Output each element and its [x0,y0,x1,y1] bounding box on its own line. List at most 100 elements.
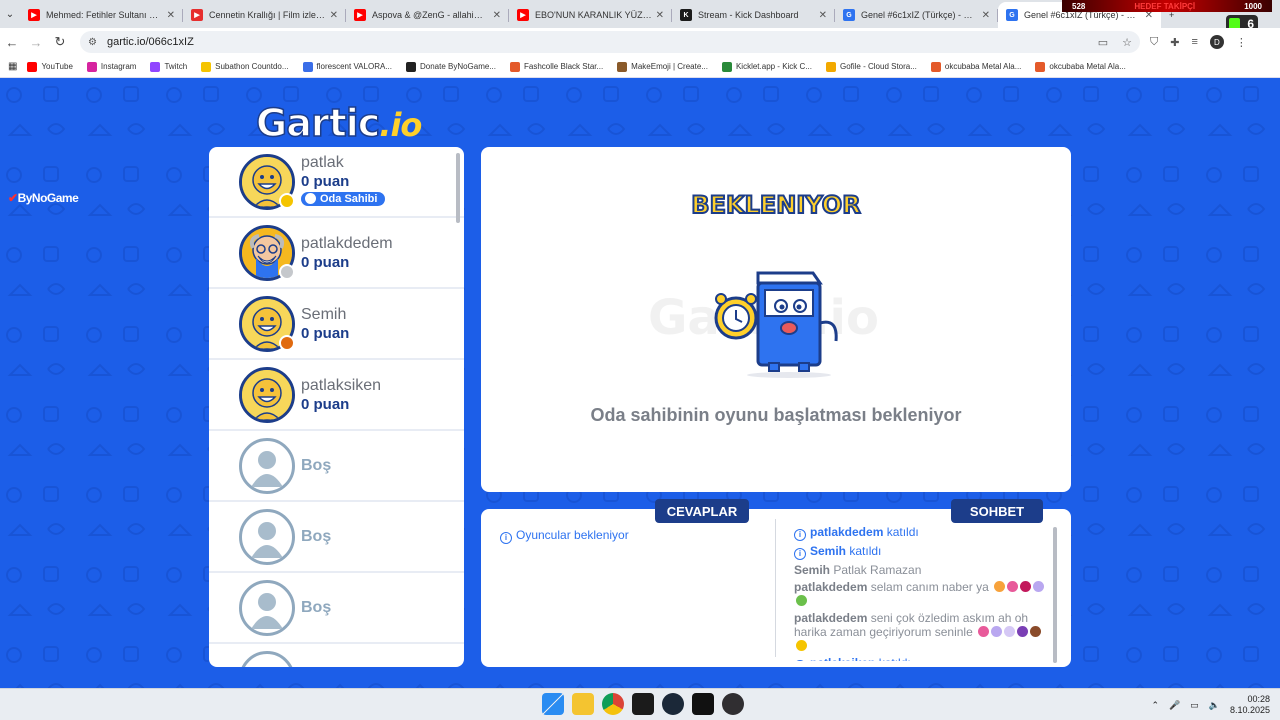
player-score: 0 puan [301,324,350,342]
player-name: Semih [301,305,347,323]
chat-username[interactable]: patlaksiken [810,656,875,661]
bookmark-item[interactable]: Donate ByNoGame... [405,61,497,72]
emoji-icon [796,595,807,606]
microphone-icon[interactable]: 🎤 [1169,700,1180,711]
cast-icon[interactable]: ▭ [1098,36,1108,49]
answers-chat-panel: CEVAPLAR SOHBET i Oyuncular bekleniyor ip… [481,499,1071,667]
player-avatar[interactable] [239,224,295,281]
system-clock[interactable]: 00:28 8.10.2025 [1230,694,1270,716]
bookmark-item[interactable]: Instagram [86,61,136,72]
game-stage-panel: BEKLENIYOR Gartic.io Oda sahibinin oyunu… [481,147,1071,492]
browser-tab[interactable]: ▶ EBO'NUN KARANLIK YÜZÜ | Tu ✕ [509,2,672,28]
steam-icon[interactable] [662,693,684,715]
url-omnibox[interactable]: ⚙ gartic.io/066c1xIZ ▭ ☆ [80,31,1140,53]
bookmark-label: YouTube [41,62,73,71]
shield-extension-icon[interactable]: ⛉ [1150,36,1158,49]
file-explorer-icon[interactable] [572,693,594,715]
bookmark-label: Kicklet.app - Kick C... [735,62,812,71]
reload-icon[interactable]: ↻ [48,34,72,50]
bookmark-item[interactable]: MakeEmoji | Create... [617,61,708,72]
bookmark-item[interactable]: YouTube [27,61,73,72]
media-queue-icon[interactable]: ≡ [1191,36,1197,48]
info-icon: i [794,548,806,560]
bookmark-item[interactable]: Gofile - Cloud Stora... [825,61,917,72]
tab-close-icon[interactable]: ✕ [656,10,664,21]
bookmark-label: Subathon Countdo... [215,62,289,71]
browser-menu-icon[interactable]: ⋮ [1236,36,1247,49]
player-row[interactable]: patlak 0 puan Oda Sahibi [209,147,464,218]
chat-text: selam canım naber ya [870,580,989,594]
player-name: patlakdedem [301,234,393,252]
player-avatar[interactable] [239,295,295,352]
goal-current: 528 [1072,1,1086,11]
bookmark-item[interactable]: Twitch [150,61,188,72]
player-row[interactable]: patlakdedem 0 puan [209,218,464,289]
chat-username[interactable]: Semih [810,544,846,558]
url-text[interactable]: gartic.io/066c1xIZ [107,36,194,48]
chat-scrollbar[interactable] [1053,527,1057,663]
emoji-icon [994,581,1006,592]
forward-arrow-icon[interactable]: → [24,35,48,50]
browser-tab[interactable]: G Genel #6c1xIZ (Türkçe) - Gartic ✕ [835,2,998,28]
browser-tab[interactable]: ▶ Mehmed: Fetihler Sultanı 42. Bö ✕ [20,2,183,28]
emoji-icon [1030,626,1042,637]
bookmark-favicon-icon [617,61,628,72]
chrome-icon[interactable] [602,693,624,715]
chat-username[interactable]: Semih [794,563,830,577]
tab-close-icon[interactable]: ✕ [819,10,827,21]
volume-icon[interactable]: 🔈 [1209,700,1220,711]
tab-title: Genel #6c1xIZ (Türkçe) - Gartic [861,10,978,20]
player-avatar[interactable] [239,153,295,210]
capcut-icon[interactable] [692,693,714,715]
gartic-logo[interactable]: Gartic.io [255,100,422,146]
bookmark-label: Donate ByNoGame... [419,62,497,71]
bookmark-star-icon[interactable]: ☆ [1122,36,1132,49]
site-settings-icon[interactable]: ⚙ [88,37,97,48]
player-avatar[interactable] [239,366,295,423]
tab-search-chevron-icon[interactable]: ⌄ [0,0,20,28]
info-icon: i [794,529,806,541]
network-icon[interactable]: ▭ [1190,700,1199,711]
empty-player-slot: Boş [209,431,464,502]
players-scrollbar[interactable] [456,153,460,223]
emoji-icon [1033,581,1045,592]
empty-slot-label: Boş [301,598,332,616]
bookmark-item[interactable]: Kicklet.app - Kick C... [721,61,812,72]
chat-username[interactable]: patlakdedem [794,611,867,625]
chat-username[interactable]: patlakdedem [794,580,867,594]
bookmark-favicon-icon [1035,61,1046,72]
tab-close-icon[interactable]: ✕ [167,10,175,21]
tab-chat[interactable]: SOHBET [951,499,1043,523]
tray-chevron-icon[interactable]: ⌃ [1151,700,1159,711]
back-arrow-icon[interactable]: ← [0,35,24,50]
chat-username[interactable]: patlakdedem [810,525,883,539]
profile-avatar[interactable]: D [1209,35,1224,49]
info-icon: i [500,531,512,544]
tab-title: Cennetin Krallığı | Film izle | HD [209,10,326,20]
browser-tab[interactable]: K Stream - Kick Dashboard ✕ [672,2,835,28]
bookmark-item[interactable]: okcubaba Metal Ala... [930,61,1021,72]
browser-tab[interactable]: ▶ Aspova & @ZenG - allahimaki ✕ [346,2,509,28]
bookmark-item[interactable]: florescent VALORA... [302,61,392,72]
bynogame-app-icon[interactable] [632,693,654,715]
player-name: patlaksiken [301,376,382,394]
tab-close-icon[interactable]: ✕ [493,10,501,21]
tab-close-icon[interactable]: ✕ [982,10,990,21]
chat-system-message: i patlakdedem katıldı [794,525,1046,541]
start-windows-icon[interactable] [542,693,564,715]
tab-title: Aspova & @ZenG - allahimaki [372,10,489,20]
bookmark-item[interactable]: okcubaba Metal Ala... [1035,61,1126,72]
obs-icon[interactable] [722,693,744,715]
player-row[interactable]: patlaksiken 0 puan [209,360,464,431]
bookmark-item[interactable]: Fashcolle Black Star... [510,61,603,72]
extensions-puzzle-icon[interactable]: ✚ [1170,36,1179,49]
goal-label: HEDEF TAKİPÇİ [1134,1,1196,11]
tab-answers[interactable]: CEVAPLAR [655,499,749,523]
player-row[interactable]: Semih 0 puan [209,289,464,360]
browser-tab[interactable]: ▶ Cennetin Krallığı | Film izle | HD ✕ [183,2,346,28]
tab-close-icon[interactable]: ✕ [330,10,338,21]
bookmark-label: Twitch [164,62,188,71]
apps-grid-icon[interactable]: ▦ [8,61,17,72]
chat-log: i patlakdedem katıldı i Semih katıldı Semih … [794,525,1046,661]
bookmark-item[interactable]: Subathon Countdo... [201,61,289,72]
